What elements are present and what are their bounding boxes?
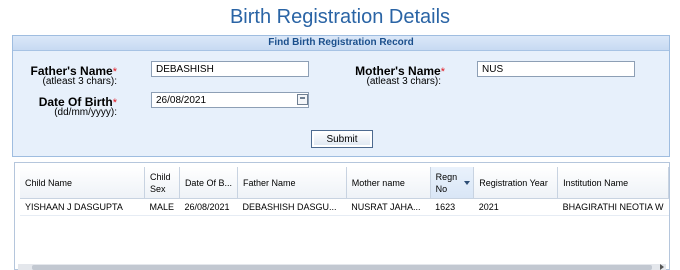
- col-header-regn-no[interactable]: Regn No: [430, 167, 475, 199]
- cell-father-name: DEBASHISH DASGU...: [237, 198, 347, 216]
- search-panel-header: Find Birth Registration Record: [13, 36, 669, 51]
- horizontal-scrollbar[interactable]: [18, 264, 666, 270]
- col-header-father-name[interactable]: Father Name: [237, 167, 347, 199]
- cell-mother-name: NUSRAT JAHA...: [346, 198, 431, 216]
- cell-date-of-birth: 26/08/2021: [179, 198, 238, 216]
- mother-name-input[interactable]: [477, 61, 635, 77]
- cell-child-name: YISHAAN J DASGUPTA: [20, 198, 145, 216]
- cell-child-sex: MALE: [144, 198, 180, 216]
- father-name-input[interactable]: [151, 61, 309, 77]
- mother-required-marker: *: [440, 66, 445, 78]
- table-row[interactable]: YISHAAN J DASGUPTA MALE 26/08/2021 DEBAS…: [20, 198, 669, 216]
- results-table: Child Name Child Sex Date Of B... Father…: [20, 167, 669, 216]
- search-panel: Find Birth Registration Record Father's …: [12, 35, 670, 157]
- cell-institution-name: BHAGIRATHI NEOTIA W: [557, 198, 669, 216]
- dob-input[interactable]: [151, 92, 309, 108]
- cell-registration-year: 2021: [473, 198, 558, 216]
- cell-regn-no: 1623: [430, 198, 474, 216]
- scrollbar-thumb[interactable]: [32, 265, 652, 270]
- mother-name-hint: (atleast 3 chars):: [366, 76, 441, 87]
- col-header-institution-name[interactable]: Institution Name: [557, 167, 669, 199]
- col-header-regn-no-label: Regn No: [435, 171, 458, 194]
- submit-button[interactable]: Submit: [311, 130, 373, 148]
- col-header-date-of-birth[interactable]: Date Of B...: [179, 167, 238, 199]
- header-row: Child Name Child Sex Date Of B... Father…: [20, 167, 669, 199]
- page-title: Birth Registration Details: [229, 6, 451, 28]
- col-header-mother-name[interactable]: Mother name: [346, 167, 431, 199]
- col-header-registration-year[interactable]: Registration Year: [473, 167, 559, 199]
- calendar-icon[interactable]: [297, 94, 308, 105]
- dob-hint: (dd/mm/yyyy):: [54, 107, 117, 118]
- col-header-child-sex[interactable]: Child Sex: [144, 167, 180, 199]
- scroll-right-arrow-icon[interactable]: [660, 264, 664, 270]
- col-header-child-name[interactable]: Child Name: [20, 167, 145, 199]
- sort-descending-icon: [464, 181, 471, 185]
- results-grid: Child Name Child Sex Date Of B... Father…: [14, 162, 670, 270]
- father-name-hint: (atleast 3 chars):: [42, 76, 117, 87]
